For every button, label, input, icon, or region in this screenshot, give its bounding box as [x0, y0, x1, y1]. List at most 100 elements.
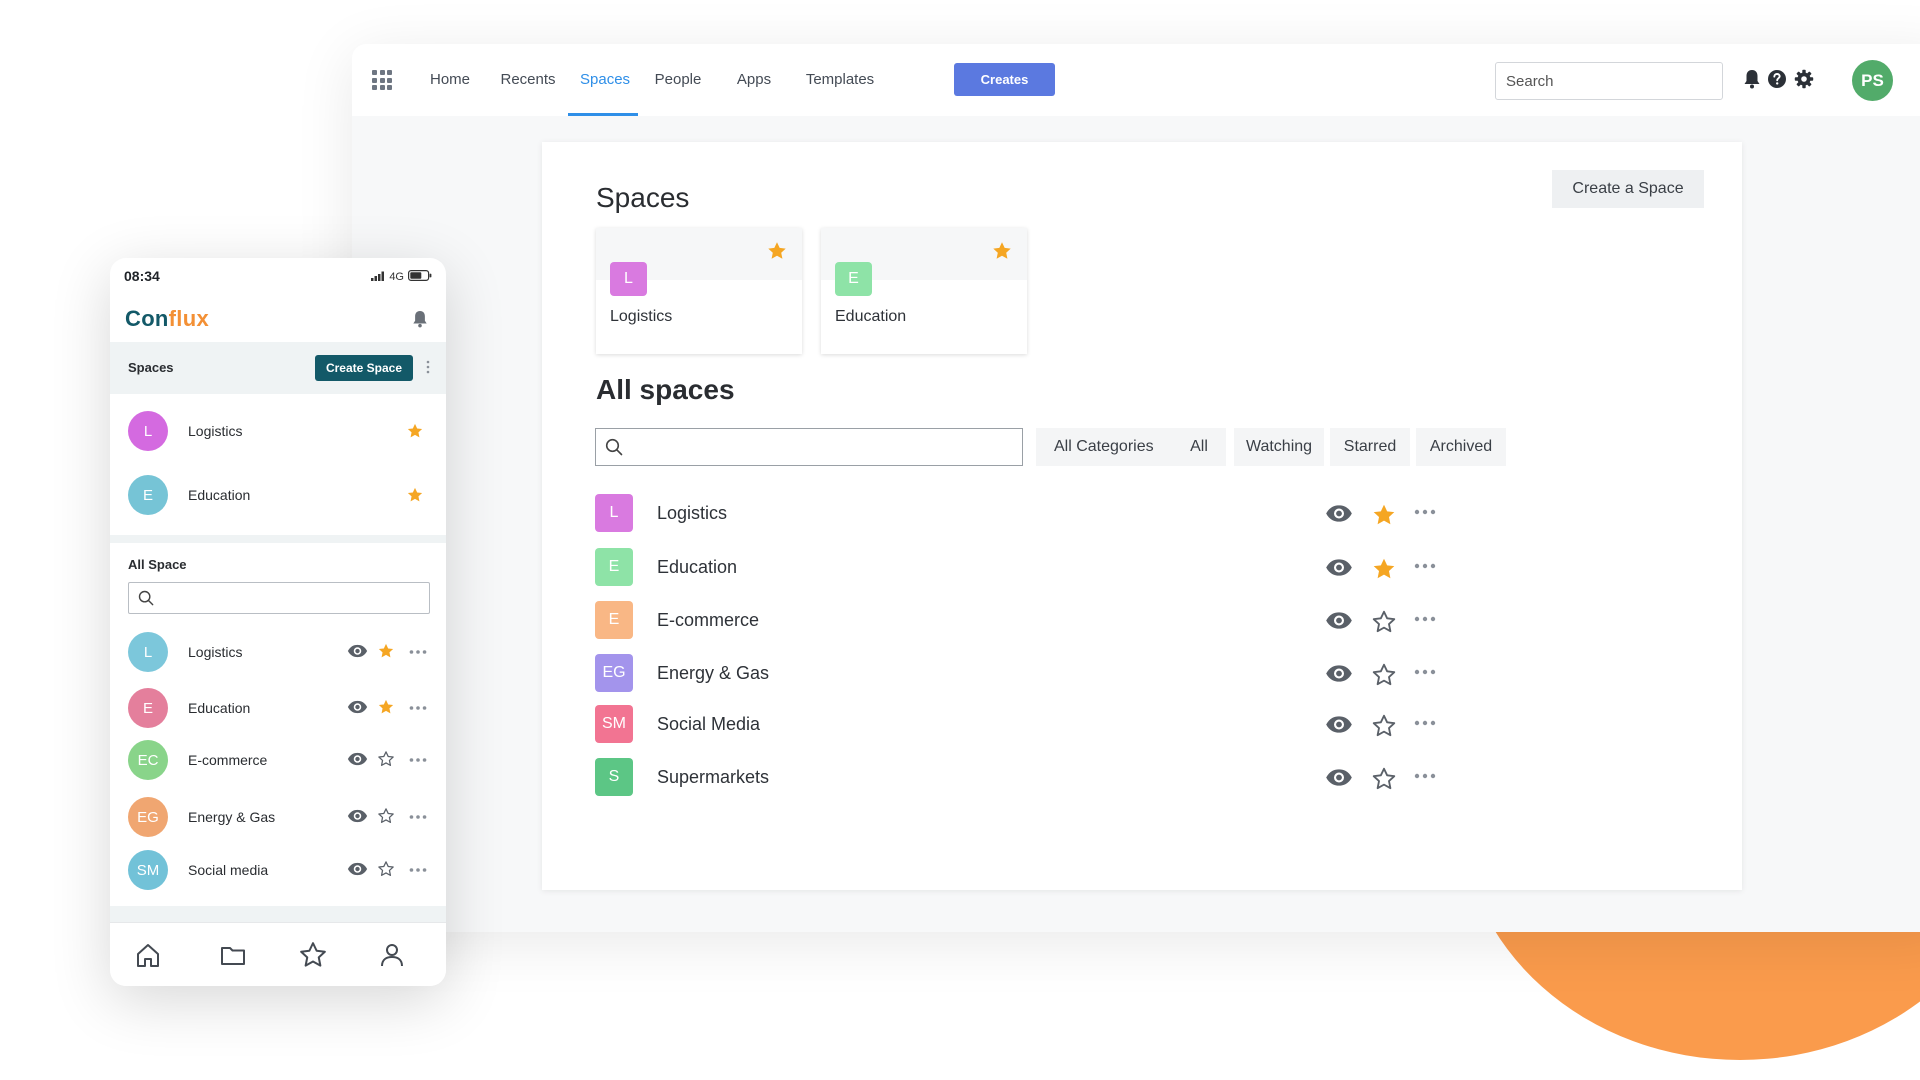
watch-eye-icon[interactable] [1325, 664, 1353, 688]
space-letter-badge: E [835, 262, 872, 296]
more-options-icon[interactable] [1413, 502, 1437, 520]
watch-eye-icon[interactable] [347, 700, 368, 719]
search-icon [138, 590, 154, 611]
space-name-link[interactable]: Social Media [657, 714, 760, 735]
star-filled-icon[interactable] [406, 422, 424, 445]
star-outline-icon[interactable] [1371, 662, 1397, 693]
more-options-icon[interactable] [409, 750, 427, 768]
space-list-row: E E-commerce [595, 599, 1515, 643]
space-avatar: E [128, 475, 168, 515]
nav-recents[interactable]: Recents [488, 44, 568, 116]
settings-icon[interactable] [1793, 68, 1815, 90]
star-outline-icon[interactable] [377, 860, 395, 883]
spaces-search-input[interactable] [630, 433, 1010, 461]
star-outline-icon[interactable] [377, 750, 395, 773]
create-space-button[interactable]: Create Space [315, 355, 413, 381]
space-name-link[interactable]: E-commerce [657, 610, 759, 631]
profile-icon[interactable] [376, 939, 408, 971]
status-time: 08:34 [124, 268, 160, 284]
space-name-link[interactable]: Logistics [188, 644, 242, 660]
space-name-link[interactable]: Logistics [657, 503, 727, 524]
favorite-space-card[interactable]: L Logistics [596, 228, 802, 354]
nav-home[interactable]: Home [412, 44, 488, 116]
more-options-icon[interactable] [1413, 556, 1437, 574]
more-options-icon[interactable] [409, 642, 427, 660]
favorite-space-card[interactable]: E Education [821, 228, 1027, 354]
space-name-link[interactable]: Education [657, 557, 737, 578]
space-list-row: SM Social Media [595, 703, 1515, 747]
star-filled-icon[interactable] [991, 240, 1013, 267]
help-icon[interactable] [1766, 68, 1788, 90]
star-icon[interactable] [297, 939, 329, 971]
all-space-label: All Space [128, 557, 187, 572]
kebab-menu-icon[interactable] [426, 360, 430, 379]
mobile-space-row: E Education [110, 682, 446, 734]
mobile-favorite-row[interactable]: E Education [110, 468, 446, 522]
watch-eye-icon[interactable] [347, 809, 368, 828]
more-options-icon[interactable] [409, 807, 427, 825]
watch-eye-icon[interactable] [1325, 611, 1353, 635]
more-options-icon[interactable] [409, 860, 427, 878]
main-nav: Home Recents Spaces People Apps Template… [412, 44, 890, 116]
more-options-icon[interactable] [1413, 662, 1437, 680]
spaces-filter-search [595, 428, 1023, 466]
star-outline-icon[interactable] [377, 807, 395, 830]
mobile-search-input[interactable] [159, 587, 419, 609]
filter-tab-watching[interactable]: Watching [1234, 428, 1324, 466]
watch-eye-icon[interactable] [1325, 504, 1353, 528]
watch-eye-icon[interactable] [347, 752, 368, 771]
space-name-link[interactable]: Education [188, 700, 250, 716]
user-avatar[interactable]: PS [1852, 60, 1893, 101]
space-avatar: SM [128, 850, 168, 890]
star-filled-icon[interactable] [377, 698, 395, 721]
more-options-icon[interactable] [1413, 766, 1437, 784]
filter-tab-all[interactable]: All [1174, 428, 1224, 466]
stage: Home Recents Spaces People Apps Template… [0, 0, 1920, 1080]
space-avatar: L [128, 411, 168, 451]
space-name: Logistics [188, 423, 243, 439]
more-options-icon[interactable] [409, 698, 427, 716]
space-name-link[interactable]: E-commerce [188, 752, 267, 768]
watch-eye-icon[interactable] [1325, 768, 1353, 792]
nav-templates[interactable]: Templates [790, 44, 890, 116]
watch-eye-icon[interactable] [1325, 715, 1353, 739]
more-options-icon[interactable] [1413, 713, 1437, 731]
network-label: 4G [389, 271, 404, 283]
more-options-icon[interactable] [1413, 609, 1437, 627]
nav-apps[interactable]: Apps [718, 44, 790, 116]
create-space-button[interactable]: Create a Space [1552, 170, 1704, 208]
star-filled-icon[interactable] [766, 240, 788, 267]
global-search-input[interactable] [1495, 62, 1723, 100]
mobile-favorite-row[interactable]: L Logistics [110, 404, 446, 458]
folder-icon[interactable] [217, 939, 249, 971]
creates-button[interactable]: Creates [954, 63, 1055, 96]
watch-eye-icon[interactable] [347, 862, 368, 881]
watch-eye-icon[interactable] [1325, 558, 1353, 582]
star-filled-icon[interactable] [1371, 556, 1397, 587]
filter-tab-archived[interactable]: Archived [1416, 428, 1506, 466]
home-icon[interactable] [132, 939, 164, 971]
bell-icon[interactable] [412, 310, 428, 333]
nav-spaces[interactable]: Spaces [568, 44, 638, 116]
status-indicators: 4G [371, 270, 432, 284]
star-outline-icon[interactable] [1371, 713, 1397, 744]
space-letter-badge: S [595, 758, 633, 796]
space-name-link[interactable]: Energy & Gas [188, 809, 275, 825]
mobile-tab-bar [110, 922, 446, 986]
star-filled-icon[interactable] [406, 486, 424, 509]
space-name-link[interactable]: Supermarkets [657, 767, 769, 788]
star-filled-icon[interactable] [1371, 502, 1397, 533]
watch-eye-icon[interactable] [347, 644, 368, 663]
space-name-link[interactable]: Energy & Gas [657, 663, 769, 684]
star-outline-icon[interactable] [1371, 609, 1397, 640]
space-avatar: EG [128, 797, 168, 837]
apps-grid-icon[interactable] [372, 70, 392, 90]
filter-tab-starred[interactable]: Starred [1330, 428, 1410, 466]
space-list-row: L Logistics [595, 492, 1515, 536]
star-filled-icon[interactable] [377, 642, 395, 665]
app-logo: Conflux [125, 306, 209, 332]
bell-icon[interactable] [1741, 68, 1763, 90]
nav-people[interactable]: People [638, 44, 718, 116]
star-outline-icon[interactable] [1371, 766, 1397, 797]
space-name-link[interactable]: Social media [188, 862, 268, 878]
